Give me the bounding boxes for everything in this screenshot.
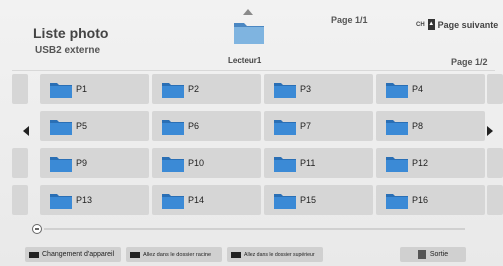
folder-icon [274,119,296,135]
scroll-knob-icon[interactable] [32,224,42,234]
item-label: P2 [188,84,200,94]
grid-item[interactable]: P1 [40,74,149,104]
item-label: P8 [412,121,424,131]
key-icon [231,251,241,258]
item-label: P1 [76,84,88,94]
folder-icon [50,156,72,172]
folder-icon [50,193,72,209]
key-icon [29,251,39,258]
footer-bar: Changement d'appareil Allez dans le doss… [0,244,503,266]
page-indicator: Page 1/1 [331,15,368,25]
page-title: Liste photo [33,25,109,41]
folder-icon [386,82,408,98]
grid-item[interactable]: P9 [40,148,149,178]
item-label: P13 [76,195,93,205]
folder-icon [274,156,296,172]
folder-icon [274,193,296,209]
next-page-hint[interactable]: CH ▲ Page suivante [416,19,498,30]
page-count: Page 1/2 [451,57,488,67]
item-label: P11 [300,158,316,168]
folder-icon [274,82,296,98]
row-left-edge [12,185,28,215]
root-folder-button[interactable]: Allez dans le dossier racine [126,247,222,262]
grid-item[interactable]: P5 [40,111,149,141]
folder-icon [162,156,184,172]
row-right-edge [487,185,503,215]
header-divider [12,70,495,71]
change-device-label: Changement d'appareil [42,251,115,258]
grid-item[interactable]: P15 [264,185,373,215]
exit-button[interactable]: Sortie [400,247,466,262]
next-page-label: Page suivante [437,19,499,30]
grid-item[interactable]: P14 [152,185,261,215]
upper-folder-label: Allez dans le dossier supérieur [244,251,315,258]
item-label: P6 [188,121,200,131]
grid-item[interactable]: P6 [152,111,261,141]
scroll-track[interactable] [44,228,465,230]
item-label: P3 [300,84,312,94]
folder-icon [386,156,408,172]
current-folder-label: Lecteur1 [228,56,262,65]
grid-item[interactable]: P11 [264,148,373,178]
row-right-edge [487,148,503,178]
grid-row: P1 P2 P3 P4 [12,74,503,106]
grid-item[interactable]: P12 [376,148,485,178]
upper-folder-button[interactable]: Allez dans le dossier supérieur [227,247,323,262]
folder-icon [50,119,72,135]
photo-grid: P1 P2 P3 P4 P5 P6 P7 P8 P9 P10 P11 P12 P… [12,74,503,217]
grid-item[interactable]: P4 [376,74,485,104]
grid-item[interactable]: P7 [264,111,373,141]
grid-item[interactable]: P2 [152,74,261,104]
folder-icon [162,193,184,209]
device-name: USB2 externe [35,45,101,56]
row-right-edge [487,74,503,104]
item-label: P14 [188,195,205,205]
item-label: P9 [76,158,88,168]
folder-icon [386,119,408,135]
grid-row: P5 P6 P7 P8 [12,111,503,143]
change-device-button[interactable]: Changement d'appareil [25,247,121,262]
grid-item[interactable]: P8 [376,111,485,141]
item-label: P5 [76,121,88,131]
folder-icon [162,82,184,98]
item-label: P16 [412,195,429,205]
exit-key-icon [417,250,426,259]
key-icon [130,251,140,258]
exit-label: Sortie [429,251,449,258]
root-folder-label: Allez dans le dossier racine [143,251,212,258]
folder-icon [50,82,72,98]
ch-key-icon: ▲ [427,19,435,30]
grid-item[interactable]: P13 [40,185,149,215]
folder-icon[interactable] [232,14,266,48]
grid-item[interactable]: P3 [264,74,373,104]
grid-row: P13 P14 P15 P16 [12,185,503,217]
row-left-edge [12,148,28,178]
photo-list-screen: Liste photo USB2 externe Lecteur1 Page 1… [0,0,503,266]
item-label: P12 [412,158,429,168]
grid-item[interactable]: P10 [152,148,261,178]
item-label: P10 [188,158,205,168]
row-left-edge [12,74,28,104]
grid-row: P9 P10 P11 P12 [12,148,503,180]
folder-icon [386,193,408,209]
item-label: P4 [412,84,424,94]
ch-key-label: CH [416,21,425,28]
folder-icon [162,119,184,135]
grid-item[interactable]: P16 [376,185,485,215]
item-label: P7 [300,121,312,131]
item-label: P15 [300,195,317,205]
